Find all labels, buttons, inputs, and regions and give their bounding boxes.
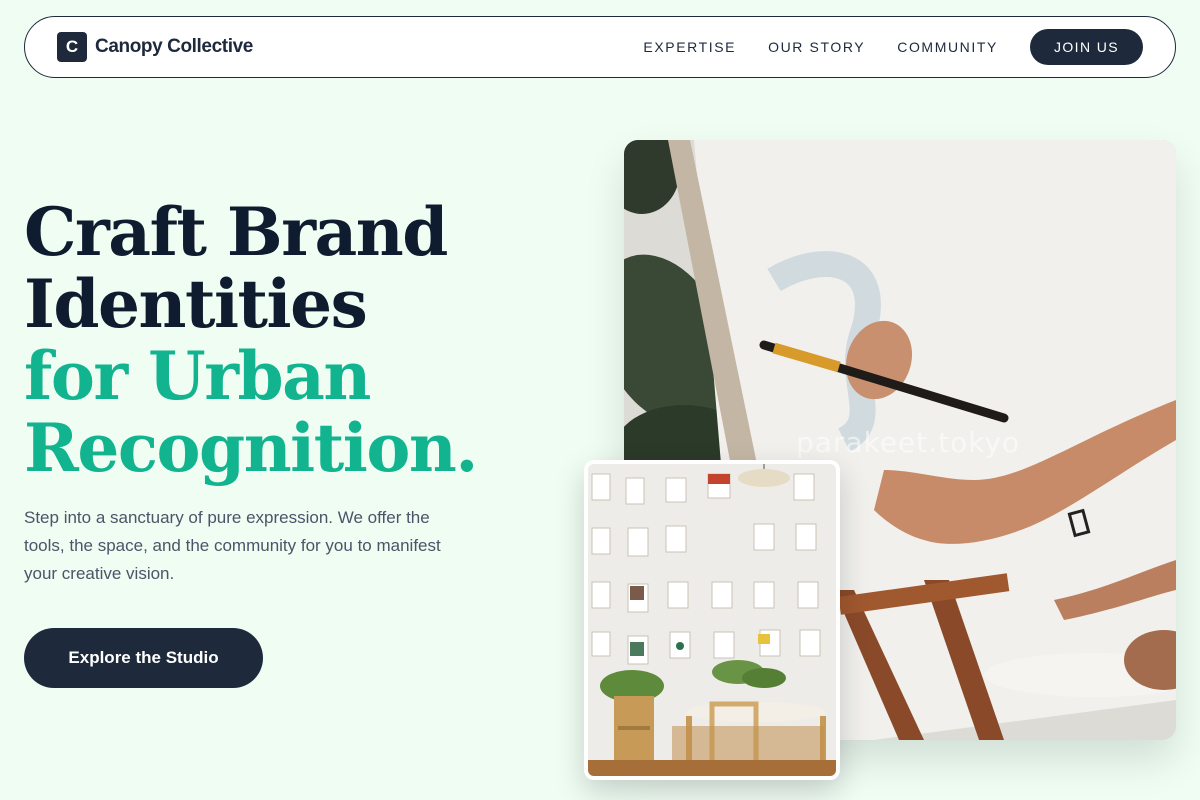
hero-description: Step into a sanctuary of pure expression…: [24, 508, 441, 583]
hero-title: Craft Brand Identities for Urban Recogni…: [24, 196, 564, 484]
image-watermark: parakeet.tokyo: [796, 426, 1021, 459]
nav-link-our-story[interactable]: OUR STORY: [768, 39, 865, 55]
brand-name: Canopy Collective: [95, 36, 253, 57]
brand[interactable]: C Canopy Collective: [57, 32, 253, 62]
hero-title-line-3: for Urban: [24, 337, 371, 415]
explore-studio-button[interactable]: Explore the Studio: [24, 628, 263, 688]
nav-links: EXPERTISE OUR STORY COMMUNITY JOIN US: [643, 29, 1143, 65]
hero-title-line-1: Craft Brand: [24, 193, 448, 271]
nav-link-community[interactable]: COMMUNITY: [897, 39, 998, 55]
hero-title-line-4: Recognition.: [24, 409, 478, 487]
top-navbar: C Canopy Collective EXPERTISE OUR STORY …: [24, 16, 1176, 78]
nav-link-expertise[interactable]: EXPERTISE: [643, 39, 736, 55]
studio-wall-illustration: [588, 464, 836, 776]
hero-title-line-2: Identities: [24, 265, 368, 343]
join-us-button[interactable]: JOIN US: [1029, 29, 1143, 65]
brand-logo-icon: C: [57, 32, 87, 62]
hero-secondary-image: [584, 460, 840, 780]
